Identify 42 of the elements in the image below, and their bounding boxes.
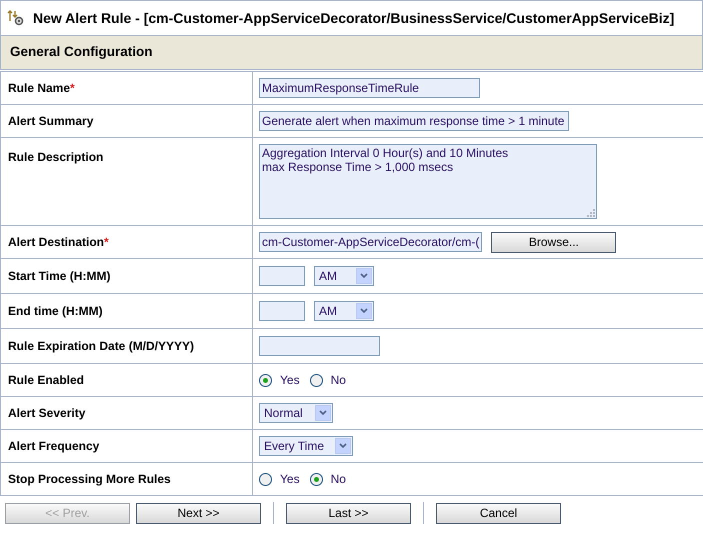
radio-label: No <box>330 471 346 488</box>
section-header: General Configuration <box>0 36 703 70</box>
wizard-button[interactable]: Cancel <box>436 502 561 524</box>
text-area[interactable]: Aggregation Interval 0 Hour(s) and 10 Minutes max Response Time > 1,000 msecs <box>259 144 597 219</box>
field-label: Alert Destination* <box>8 234 109 251</box>
field-label: Alert Summary <box>8 113 94 130</box>
dropdown[interactable]: AM <box>314 266 374 286</box>
dropdown[interactable]: Every Time <box>259 436 353 456</box>
text-field[interactable] <box>259 336 380 356</box>
field-label: Stop Processing More Rules <box>8 471 171 488</box>
radio-label: Yes <box>280 372 300 389</box>
radio-label: No <box>330 372 346 389</box>
dropdown-caret-icon <box>356 268 372 284</box>
field-label: Rule Enabled <box>8 372 84 389</box>
text-field[interactable] <box>259 301 305 321</box>
dropdown[interactable]: AM <box>314 301 374 321</box>
field-label: Rule Name* <box>8 80 75 97</box>
radio-button[interactable] <box>310 472 323 486</box>
text-field[interactable]: MaximumResponseTimeRule <box>259 78 480 98</box>
wizard-button[interactable]: Next >> <box>136 502 261 524</box>
text-field[interactable]: Generate alert when maximum response time > 1 minute <box>259 111 570 131</box>
resize-grip-icon[interactable] <box>586 208 595 217</box>
dropdown[interactable]: Normal <box>259 403 333 423</box>
field-label: Alert Frequency <box>8 438 100 455</box>
radio-label: Yes <box>280 471 300 488</box>
window-title: New Alert Rule - [cm-Customer-AppServiceDecorator/BusinessService/CustomerAppServiceBiz] <box>33 8 674 28</box>
text-field[interactable]: cm-Customer-AppServiceDecorator/cm-( <box>259 232 482 252</box>
browse-button[interactable]: Browse... <box>491 232 616 252</box>
dropdown-caret-icon <box>335 438 351 454</box>
field-label: End time (H:MM) <box>8 303 103 320</box>
field-label: Rule Description <box>8 149 104 166</box>
rule-settings-icon <box>7 9 25 27</box>
radio-button[interactable] <box>259 472 272 486</box>
field-label: Alert Severity <box>8 405 86 422</box>
dropdown-caret-icon <box>356 303 372 319</box>
field-label: Rule Expiration Date (M/D/YYYY) <box>8 338 194 355</box>
radio-button[interactable] <box>259 374 272 386</box>
radio-button[interactable] <box>310 374 323 386</box>
field-label: Start Time (H:MM) <box>8 268 110 285</box>
dropdown-caret-icon <box>315 405 331 421</box>
text-field[interactable] <box>259 266 305 286</box>
wizard-button[interactable]: Last >> <box>286 502 411 524</box>
